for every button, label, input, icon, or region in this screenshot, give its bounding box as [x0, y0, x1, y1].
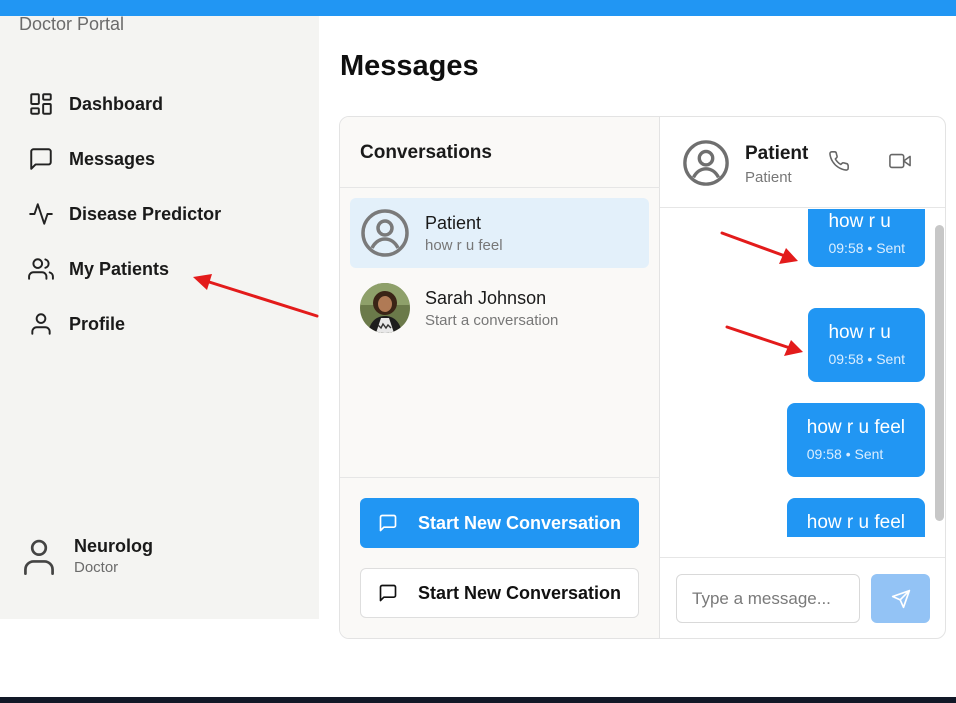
user-avatar-icon — [24, 539, 54, 575]
conversation-name: Sarah Johnson — [425, 287, 547, 308]
sidebar-item-label: My Patients — [69, 258, 170, 279]
sidebar-item-profile[interactable]: Profile — [28, 309, 125, 339]
conversation-item-patient[interactable]: Patient how r u feel — [350, 198, 649, 268]
bottom-bar — [0, 697, 956, 703]
message-bubble: how r u feel — [786, 498, 925, 537]
chat-header: Patient Patient — [660, 117, 945, 208]
button-label: Start New Conversation — [417, 582, 622, 603]
top-accent-bar — [0, 0, 956, 16]
conversation-name: Patient — [425, 212, 482, 233]
message-meta: 09:58 • Sent — [828, 351, 905, 367]
message-text: how r u — [828, 322, 891, 343]
sidebar-item-my-patients[interactable]: My Patients — [28, 254, 169, 284]
contact-name: Patient — [745, 143, 809, 164]
message-square-icon — [379, 584, 397, 602]
message-bubble: how r u feel 09:58 • Sent — [786, 403, 925, 477]
activity-icon — [29, 203, 53, 225]
dashboard-icon — [30, 93, 52, 115]
sidebar-item-disease-predictor[interactable]: Disease Predictor — [28, 199, 221, 229]
sidebar-item-dashboard[interactable]: Dashboard — [28, 89, 163, 119]
sidebar-item-label: Profile — [69, 313, 126, 334]
message-square-icon — [379, 514, 397, 532]
user-icon — [31, 313, 51, 335]
start-new-conversation-button[interactable]: Start New Conversation — [360, 498, 639, 548]
video-icon[interactable] — [889, 150, 911, 172]
message-meta: 09:58 • Sent — [828, 240, 905, 256]
sidebar-item-label: Disease Predictor — [69, 203, 222, 224]
users-icon — [28, 258, 54, 280]
messages-panel: Conversations Patient how r u feel Sarah… — [339, 116, 946, 639]
patient-avatar-icon — [361, 209, 409, 257]
message-meta: 09:58 • Sent — [806, 446, 884, 462]
conversations-heading: Conversations — [360, 142, 492, 163]
page-title: Messages — [340, 50, 479, 82]
message-square-icon — [30, 148, 52, 170]
divider — [340, 187, 660, 188]
contact-role: Patient — [745, 169, 792, 186]
conversations-column: Conversations Patient how r u feel Sarah… — [340, 117, 660, 638]
divider — [340, 477, 660, 478]
message-text: how r u — [828, 211, 891, 232]
current-user-card[interactable]: Neurolog Doctor — [22, 536, 153, 576]
chat-column: Patient Patient how r u 09:58 • Sent how… — [660, 117, 945, 638]
user-role: Doctor — [74, 559, 119, 576]
message-list: how r u 09:58 • Sent how r u 09:58 • Sen… — [660, 209, 945, 537]
user-name: Neurolog — [74, 536, 153, 556]
sidebar-item-label: Dashboard — [69, 93, 164, 114]
sarah-johnson-avatar — [360, 283, 410, 333]
contact-avatar-icon — [683, 140, 729, 186]
message-input[interactable] — [676, 574, 860, 623]
send-button[interactable] — [871, 574, 930, 623]
divider — [660, 557, 945, 558]
start-new-conversation-secondary-button[interactable]: Start New Conversation — [360, 568, 639, 618]
brand-title: Doctor Portal — [19, 14, 125, 34]
button-label: Start New Conversation — [417, 512, 622, 533]
conversation-preview: Start a conversation — [425, 311, 559, 329]
message-bubble: how r u 09:58 • Sent — [808, 209, 925, 267]
conversation-preview: how r u feel — [425, 236, 503, 254]
sidebar-item-label: Messages — [69, 148, 156, 169]
message-bubble: how r u 09:58 • Sent — [808, 308, 925, 382]
send-icon — [891, 589, 910, 608]
message-scrollbar[interactable] — [935, 225, 944, 521]
conversation-item-sarah-johnson[interactable]: Sarah Johnson Start a conversation — [350, 273, 649, 343]
phone-icon[interactable] — [828, 150, 850, 172]
message-text: how r u feel — [806, 512, 905, 533]
sidebar-item-messages[interactable]: Messages — [28, 144, 155, 174]
message-text: how r u feel — [806, 417, 905, 438]
sidebar: Doctor Portal Dashboard Messages Disease… — [0, 14, 319, 619]
